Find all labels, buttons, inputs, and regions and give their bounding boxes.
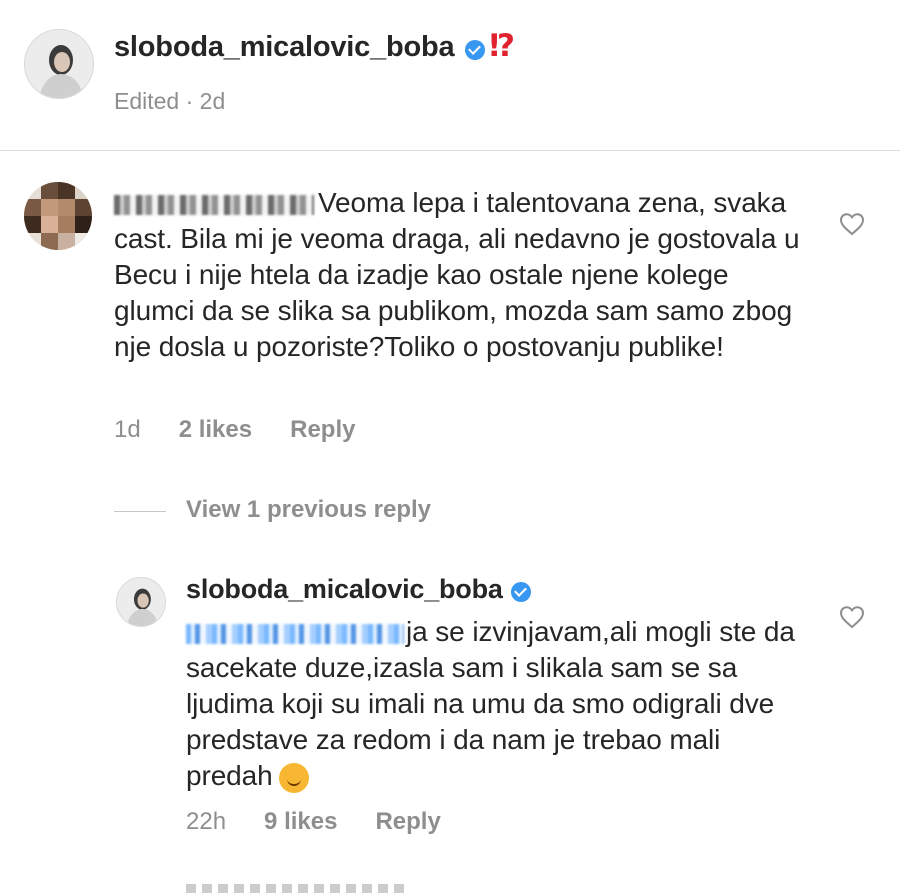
view-previous-reply-button[interactable]: View 1 previous reply [186,496,431,524]
verified-badge-icon [511,581,532,602]
reply-actions: 22h 9 likes Reply [186,808,479,836]
reply-likes-link[interactable]: 9 likes [264,808,337,835]
blurred-commenter-username[interactable] [114,194,314,215]
blurred-mention[interactable] [186,623,404,644]
pixelated-avatar-image [24,182,92,250]
post-author-avatar[interactable] [24,29,94,99]
exclamation-question-icon: ⁉ [489,28,516,63]
heart-icon [839,606,865,629]
reply-reply-button[interactable]: Reply [375,808,440,835]
comment-likes-link[interactable]: 2 likes [179,416,252,443]
verified-badge-icon [464,39,485,60]
post-username[interactable]: sloboda_micalovic_boba [114,31,455,63]
avatar-image [25,30,93,98]
reply-body: ja se izvinjavam,ali mogli ste da saceka… [186,614,796,794]
smiling-face-with-hearts-emoji [278,762,309,793]
view-replies-line [114,511,166,512]
cutoff-next-row [186,884,406,893]
post-author-line: sloboda_micalovic_boba ⁉ [114,28,515,64]
reply-author-line: sloboda_micalovic_boba [186,574,532,605]
heart-icon [839,213,865,236]
reply-author-avatar[interactable] [116,577,166,627]
reply-username[interactable]: sloboda_micalovic_boba [186,574,503,604]
comment-body: Veoma lepa i talentovana zena, svaka cas… [114,185,804,365]
reply-time: 22h [186,808,227,835]
reply-like-heart-icon[interactable] [839,605,865,629]
comment-time: 1d [114,416,141,443]
comment-reply-button[interactable]: Reply [290,416,355,443]
post-meta: Edited · 2d [114,88,226,114]
commenter-avatar[interactable] [24,182,92,250]
header-divider [0,150,900,151]
comment-like-heart-icon[interactable] [839,212,865,236]
comment-actions: 1d 2 likes Reply [114,416,393,444]
avatar-image [117,578,165,626]
